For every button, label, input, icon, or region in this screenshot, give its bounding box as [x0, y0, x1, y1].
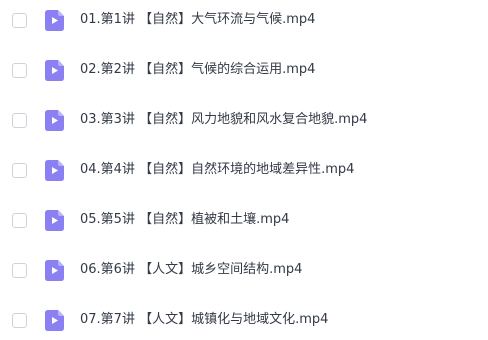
file-row[interactable]: 05.第5讲 【自然】植被和土壤.mp4 — [0, 200, 488, 240]
file-checkbox[interactable] — [12, 262, 27, 278]
file-row[interactable]: 01.第1讲 【自然】大气环流与气候.mp4 — [0, 0, 488, 40]
file-checkbox[interactable] — [12, 12, 27, 28]
file-name[interactable]: 03.第3讲 【自然】风力地貌和风水复合地貌.mp4 — [80, 110, 367, 130]
video-file-icon — [45, 9, 64, 31]
file-name[interactable]: 02.第2讲 【自然】气候的综合运用.mp4 — [80, 60, 315, 80]
file-list: 01.第1讲 【自然】大气环流与气候.mp4 02.第2讲 【自然】气候的综合运… — [0, 0, 488, 331]
file-row[interactable]: 03.第3讲 【自然】风力地貌和风水复合地貌.mp4 — [0, 100, 488, 140]
file-row[interactable]: 07.第7讲 【人文】城镇化与地域文化.mp4 — [0, 300, 488, 340]
file-checkbox[interactable] — [12, 62, 27, 78]
file-row[interactable]: 06.第6讲 【人文】城乡空间结构.mp4 — [0, 250, 488, 290]
file-row[interactable]: 04.第4讲 【自然】自然环境的地域差异性.mp4 — [0, 150, 488, 190]
file-name[interactable]: 07.第7讲 【人文】城镇化与地域文化.mp4 — [80, 310, 328, 330]
file-checkbox[interactable] — [12, 112, 27, 128]
file-checkbox[interactable] — [12, 212, 27, 228]
video-file-icon — [45, 259, 64, 281]
video-file-icon — [45, 209, 64, 231]
video-file-icon — [45, 159, 64, 181]
file-name[interactable]: 04.第4讲 【自然】自然环境的地域差异性.mp4 — [80, 160, 354, 180]
video-file-icon — [45, 309, 64, 331]
file-name[interactable]: 05.第5讲 【自然】植被和土壤.mp4 — [80, 210, 289, 230]
video-file-icon — [45, 59, 64, 81]
file-row[interactable]: 02.第2讲 【自然】气候的综合运用.mp4 — [0, 50, 488, 90]
file-name[interactable]: 06.第6讲 【人文】城乡空间结构.mp4 — [80, 260, 302, 280]
video-file-icon — [45, 109, 64, 131]
file-checkbox[interactable] — [12, 162, 27, 178]
file-checkbox[interactable] — [12, 312, 27, 328]
file-name[interactable]: 01.第1讲 【自然】大气环流与气候.mp4 — [80, 10, 315, 30]
